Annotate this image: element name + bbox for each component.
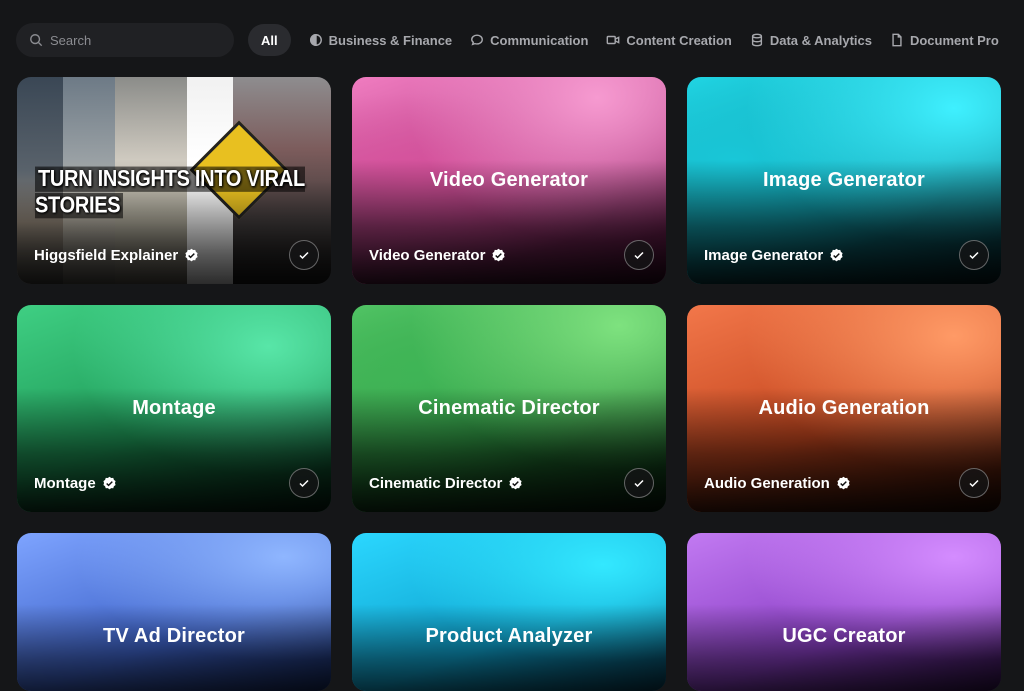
verified-badge-icon — [509, 476, 522, 490]
chip-label: Communication — [490, 32, 589, 48]
card-hero-title: Video Generator — [429, 169, 589, 191]
database-icon — [751, 33, 762, 47]
select-check-button[interactable] — [959, 468, 989, 498]
pie-chart-icon — [309, 34, 322, 46]
card-hero-title: Image Generator — [763, 169, 925, 191]
card-ugc-creator[interactable]: UGC Creator — [687, 533, 1001, 691]
card-footer: Image Generator — [704, 247, 844, 264]
filter-bar: Search All Business & Finance Communicat… — [16, 22, 1024, 58]
filter-chip-data-analytics[interactable]: Data & Analytics — [750, 33, 872, 48]
agent-grid: TURN INSIGHTS INTO VIRAL STORIES Higgsfi… — [17, 77, 1001, 691]
check-icon — [634, 251, 644, 260]
card-hero-title: Montage — [132, 397, 216, 419]
search-input[interactable]: Search — [16, 23, 234, 57]
card-footer: Higgsfield Explainer — [34, 247, 199, 264]
verified-badge-icon — [830, 248, 843, 262]
card-hero-title: Cinematic Director — [418, 397, 600, 419]
video-camera-icon — [607, 35, 620, 45]
check-icon — [969, 479, 979, 488]
filter-chip-all[interactable]: All — [248, 24, 291, 56]
verified-badge-icon — [837, 476, 850, 490]
verified-badge-icon — [103, 476, 116, 490]
card-title: Higgsfield Explainer — [34, 247, 179, 264]
document-icon — [892, 33, 902, 47]
card-hero-title: Product Analyzer — [425, 625, 593, 647]
chip-label: Business & Finance — [328, 32, 453, 48]
search-icon — [30, 34, 43, 47]
chat-bubble-icon — [471, 34, 484, 46]
select-check-button[interactable] — [959, 240, 989, 270]
verified-badge-icon — [185, 248, 198, 262]
card-hero-title: Audio Generation — [758, 397, 930, 419]
chip-label: Data & Analytics — [769, 32, 872, 48]
card-hero-title: UGC Creator — [782, 625, 906, 647]
select-check-button[interactable] — [289, 468, 319, 498]
card-title: Image Generator — [704, 247, 824, 264]
check-icon — [299, 251, 309, 260]
card-montage[interactable]: Montage Montage — [17, 305, 331, 512]
filter-chip-communication[interactable]: Communication — [470, 33, 588, 48]
check-icon — [299, 479, 309, 488]
card-product-analyzer[interactable]: Product Analyzer — [352, 533, 666, 691]
card-footer: Cinematic Director — [369, 475, 523, 492]
thumbnail-caption: TURN INSIGHTS INTO VIRAL STORIES — [35, 166, 305, 219]
verified-badge-icon — [492, 248, 506, 262]
card-title: Cinematic Director — [369, 475, 503, 492]
select-check-button[interactable] — [624, 468, 654, 498]
select-check-button[interactable] — [624, 240, 654, 270]
filter-chip-document-pro[interactable]: Document Pro — [890, 33, 999, 48]
chip-label: Content Creation — [626, 32, 732, 48]
card-footer: Video Generator — [369, 247, 506, 264]
filter-chip-business-finance[interactable]: Business & Finance — [309, 32, 453, 48]
card-audio-generation[interactable]: Audio Generation Audio Generation — [687, 305, 1001, 512]
card-footer: Montage — [34, 475, 117, 492]
card-tv-ad-director[interactable]: TV Ad Director — [17, 533, 331, 691]
card-title: Montage — [34, 475, 96, 492]
card-title: Video Generator — [369, 247, 486, 264]
check-icon — [634, 479, 644, 488]
card-hero-title: TV Ad Director — [102, 625, 246, 647]
select-check-button[interactable] — [289, 240, 319, 270]
card-title: Audio Generation — [704, 475, 830, 492]
card-image-generator[interactable]: Image Generator Image Generator — [687, 77, 1001, 284]
card-footer: Audio Generation — [704, 475, 851, 492]
chip-label: Document Pro — [909, 32, 999, 48]
card-cinematic-director[interactable]: Cinematic Director Cinematic Director — [352, 305, 666, 512]
check-icon — [969, 251, 979, 260]
filter-chip-content-creation[interactable]: Content Creation — [606, 32, 732, 48]
search-placeholder: Search — [50, 32, 92, 48]
card-video-generator[interactable]: Video Generator Video Generator — [352, 77, 666, 284]
card-higgsfield-explainer[interactable]: TURN INSIGHTS INTO VIRAL STORIES Higgsfi… — [17, 77, 331, 284]
